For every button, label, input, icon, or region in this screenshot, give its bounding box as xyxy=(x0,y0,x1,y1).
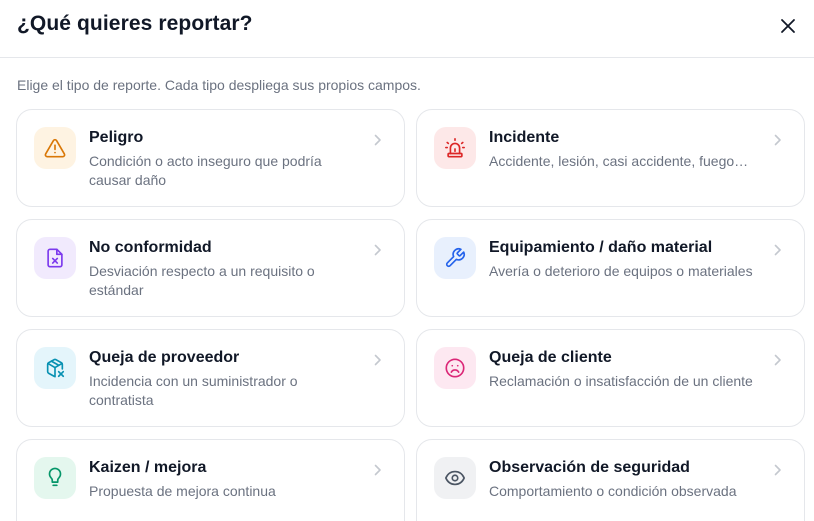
dialog-header: ¿Qué quieres reportar? xyxy=(0,0,814,58)
report-type-grid: Peligro Condición o acto inseguro que po… xyxy=(16,109,805,521)
chevron-right-icon xyxy=(372,463,384,477)
card-description: Accidente, lesión, casi accidente, fuego… xyxy=(489,153,749,169)
icon-box xyxy=(34,127,76,169)
icon-box xyxy=(434,457,476,499)
eye-icon xyxy=(445,470,465,486)
chevron-right-icon xyxy=(772,463,784,477)
lightbulb-icon xyxy=(48,467,62,487)
icon-box xyxy=(34,457,76,499)
card-title: Observación de seguridad xyxy=(489,459,690,476)
close-button[interactable] xyxy=(774,12,802,40)
report-type-card-incidente[interactable]: Incidente Accidente, lesión, casi accide… xyxy=(416,109,805,207)
card-title: Queja de cliente xyxy=(489,349,612,366)
chevron-right-icon xyxy=(372,243,384,257)
card-title: Incidente xyxy=(489,129,560,146)
icon-box xyxy=(434,347,476,389)
card-description: Propuesta de mejora continua xyxy=(89,483,276,499)
close-icon xyxy=(781,19,795,33)
card-title: Queja de proveedor xyxy=(89,349,240,366)
card-description: Desviación respecto a un requisito o est… xyxy=(89,263,315,298)
icon-box xyxy=(434,237,476,279)
card-title: No conformidad xyxy=(89,239,212,256)
card-title: Peligro xyxy=(89,129,144,146)
chevron-right-icon xyxy=(372,353,384,367)
chevron-right-icon xyxy=(772,353,784,367)
siren-icon xyxy=(445,138,465,158)
report-type-card-queja-proveedor[interactable]: Queja de proveedor Incidencia con un sum… xyxy=(16,329,405,427)
chevron-right-icon xyxy=(772,133,784,147)
card-title: Kaizen / mejora xyxy=(89,459,207,476)
report-type-card-queja-cliente[interactable]: Queja de cliente Reclamación o insatisfa… xyxy=(416,329,805,427)
card-title: Equipamiento / daño material xyxy=(489,239,713,256)
report-type-card-equipamiento[interactable]: Equipamiento / daño material Avería o de… xyxy=(416,219,805,317)
file-x-icon xyxy=(47,248,63,268)
card-description: Incidencia con un suministrador o contra… xyxy=(89,373,298,408)
chevron-right-icon xyxy=(372,133,384,147)
card-description: Avería o deterioro de equipos o material… xyxy=(489,263,753,279)
card-description: Comportamiento o condición observada xyxy=(489,483,737,499)
icon-box xyxy=(434,127,476,169)
card-description: Condición o acto inseguro que podría cau… xyxy=(89,153,322,188)
package-x-icon xyxy=(46,358,65,378)
dialog-title: ¿Qué quieres reportar? xyxy=(17,12,253,35)
icon-box xyxy=(34,347,76,389)
warning-triangle-icon xyxy=(44,138,66,158)
report-type-card-no-conformidad[interactable]: No conformidad Desviación respecto a un … xyxy=(16,219,405,317)
dialog-subtitle: Elige el tipo de reporte. Cada tipo desp… xyxy=(17,77,421,93)
report-type-card-peligro[interactable]: Peligro Condición o acto inseguro que po… xyxy=(16,109,405,207)
report-type-card-kaizen[interactable]: Kaizen / mejora Propuesta de mejora cont… xyxy=(16,439,405,521)
frown-icon xyxy=(445,358,465,378)
icon-box xyxy=(34,237,76,279)
report-type-card-observacion[interactable]: Observación de seguridad Comportamiento … xyxy=(416,439,805,521)
chevron-right-icon xyxy=(772,243,784,257)
card-description: Reclamación o insatisfacción de un clien… xyxy=(489,373,753,389)
wrench-icon xyxy=(445,248,465,268)
